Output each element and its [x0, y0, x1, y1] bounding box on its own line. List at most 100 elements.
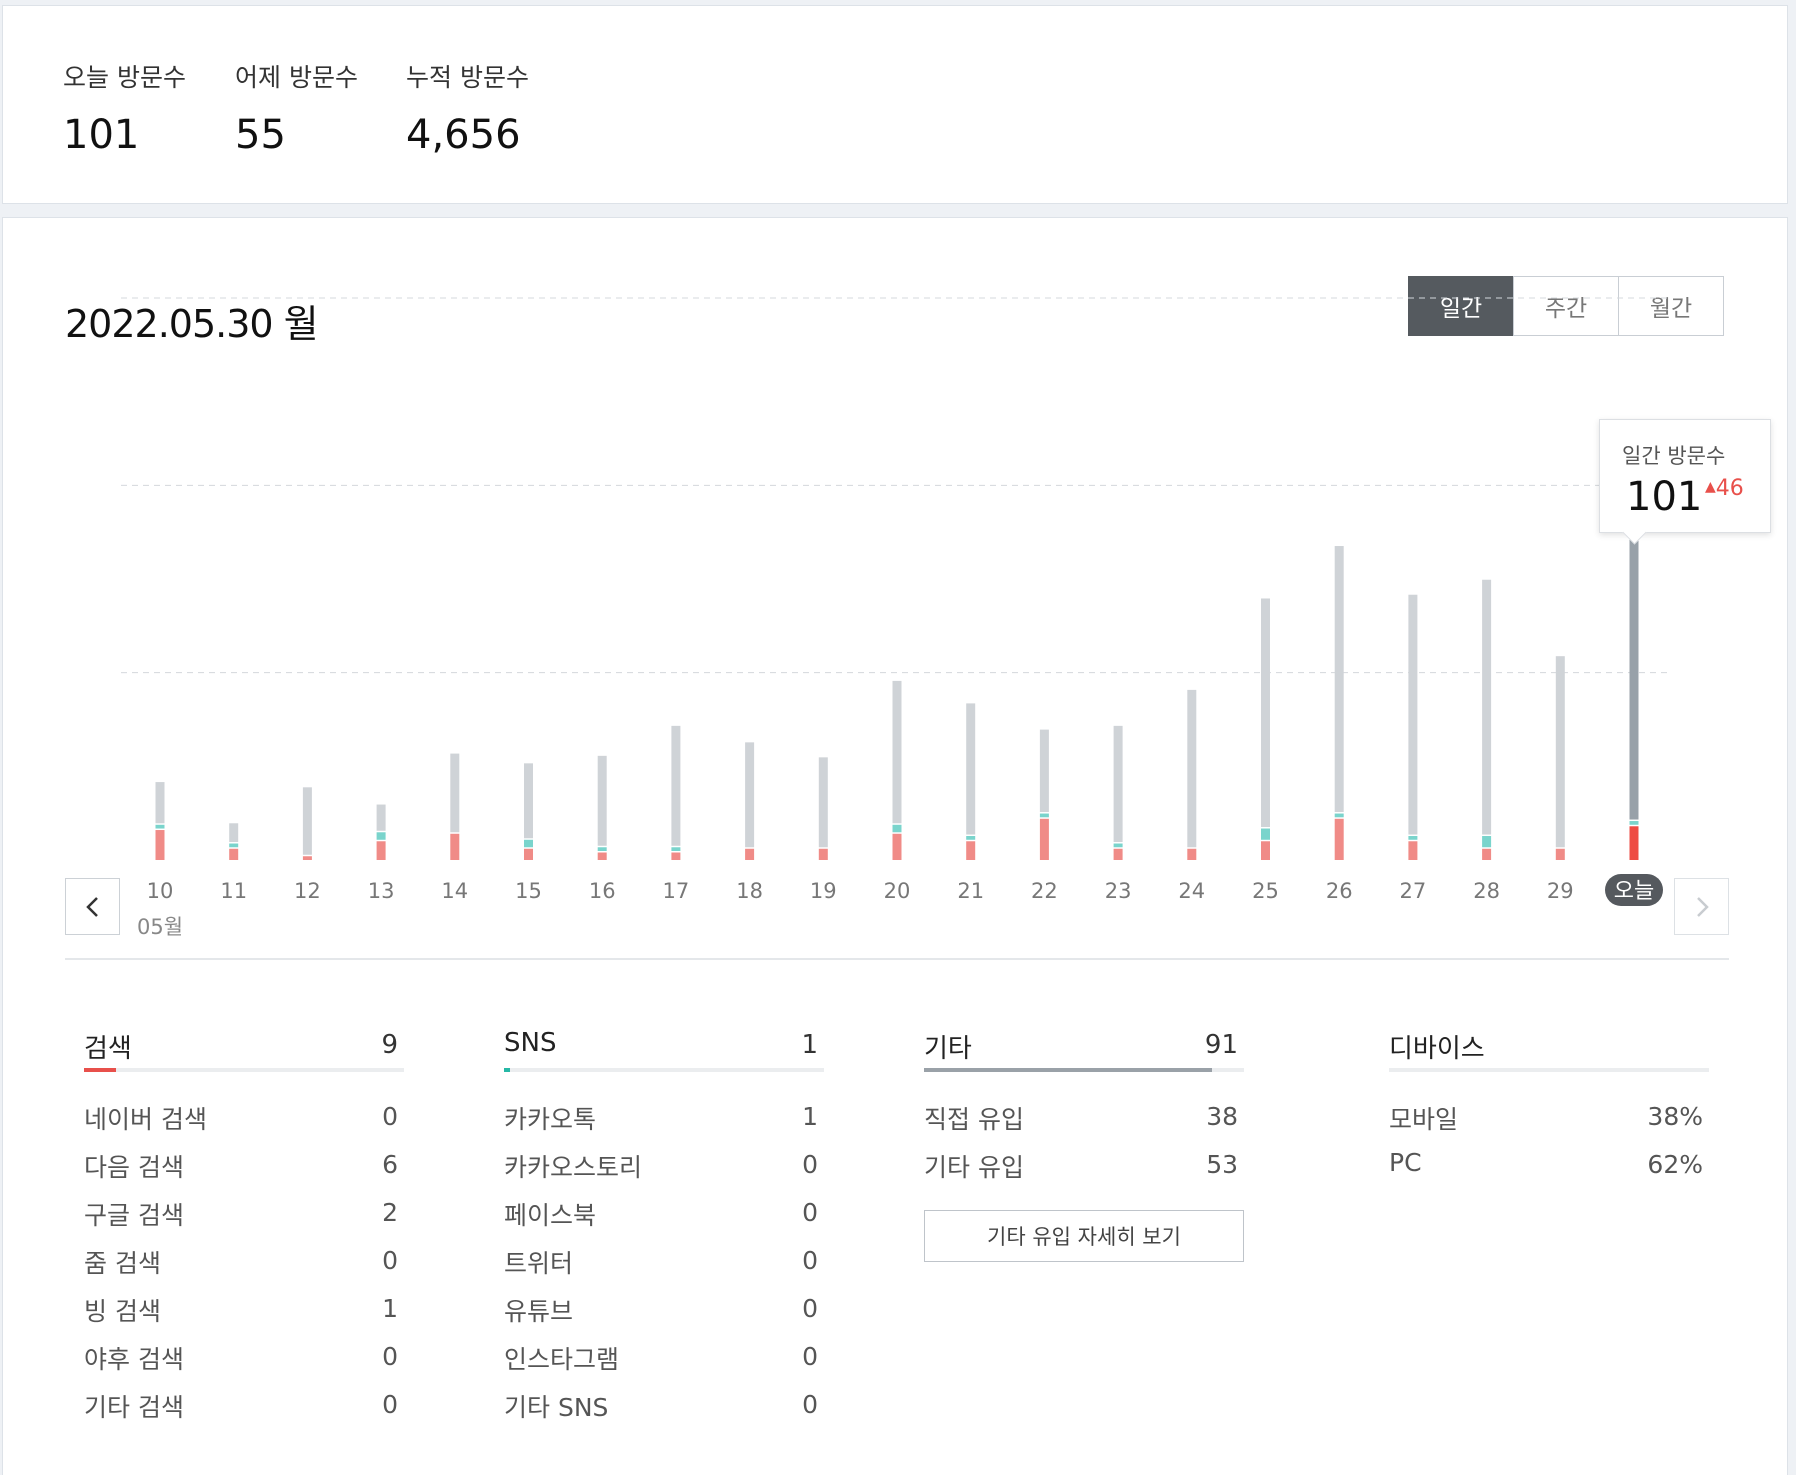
row-value: 0	[382, 1390, 398, 1419]
row-label: PC	[1389, 1148, 1422, 1177]
tooltip-delta-value: 46	[1715, 476, 1744, 501]
chart-bar-sns	[1482, 836, 1492, 848]
row-label: 페이스북	[504, 1201, 597, 1230]
chart-bar-search	[450, 833, 460, 860]
chart-tick-label: 29	[1547, 879, 1574, 903]
row-value: 0	[382, 1342, 398, 1371]
chart-tick-label: 25	[1252, 879, 1279, 903]
chart-bar-sns	[1039, 813, 1049, 818]
visitor-stats-card: 2022.05.30 월 일간 주간 월간 10 11 12 13 14 15 16 17 18…	[2, 217, 1788, 1475]
row-value: 1	[802, 1102, 818, 1131]
chart-bar-other	[818, 757, 828, 848]
sns-category-header: SNS 1	[504, 1028, 824, 1068]
tooltip-label: 일간 방문수	[1622, 444, 1726, 468]
chart-bar-search	[1555, 848, 1565, 860]
list-item: 유튜브 0	[504, 1284, 824, 1332]
chart-tick-label: 22	[1031, 879, 1058, 903]
search-category-total: 9	[381, 1030, 398, 1060]
sns-category-rows: 카카오톡 1 카카오스토리 0 페이스북 0 트위터 0 유튜브 0 인스타그램 0 기타 …	[504, 1092, 824, 1428]
row-value: 0	[802, 1342, 818, 1371]
chart-bar-search	[1113, 848, 1123, 860]
chart-bar-search	[524, 848, 533, 860]
chart-bar-other	[450, 753, 460, 833]
list-item: 줌 검색 0	[84, 1236, 404, 1284]
search-category: 검색 9 네이버 검색 0 다음 검색 6 구글 검색 2 줌 검색 0 빙 검색 1 야…	[84, 1028, 404, 1428]
chart-bar-other	[1334, 546, 1344, 813]
chart-tick-label: 17	[663, 879, 690, 903]
tooltip-value: 101	[1626, 474, 1703, 520]
prev-period-button[interactable]	[65, 878, 120, 935]
row-label: 다음 검색	[84, 1153, 184, 1182]
list-item: 페이스북 0	[504, 1188, 824, 1236]
chart-bar-other	[524, 763, 533, 839]
row-label: 줌 검색	[84, 1249, 161, 1278]
other-category-title: 기타	[924, 1034, 972, 1064]
chart-bar-other	[376, 804, 386, 831]
chart-bar-other	[597, 755, 607, 846]
chart-bar-search	[892, 833, 902, 860]
row-label: 기타 SNS	[504, 1393, 609, 1422]
chart-bar-sns	[1261, 828, 1270, 840]
device-category-header: 디바이스	[1389, 1028, 1709, 1068]
chart-bar-other	[302, 787, 312, 855]
chart-bar-other	[1408, 594, 1418, 835]
chart-tick-label: 21	[957, 879, 984, 903]
other-category-total: 91	[1204, 1030, 1238, 1060]
yesterday-visitors-value: 55	[235, 112, 286, 158]
chart-bar-search	[1187, 848, 1197, 860]
chart-bar-search	[1629, 826, 1639, 860]
today-visitors: 오늘 방문수 101	[63, 58, 186, 158]
visitor-summary-card: 오늘 방문수 101 어제 방문수 55 누적 방문수 4,656	[2, 5, 1788, 204]
chart-bar-sns	[892, 824, 902, 833]
list-item: 직접 유입 38	[924, 1092, 1244, 1140]
row-label: 기타 유입	[924, 1153, 1024, 1182]
chart-bar-other	[1187, 689, 1197, 848]
chart-bar-sns	[524, 839, 533, 848]
chart-tick-label: 23	[1105, 879, 1132, 903]
chart-tick-label: 오늘	[1614, 879, 1654, 904]
list-item: 기타 검색 0	[84, 1380, 404, 1428]
sns-category-total: 1	[801, 1030, 818, 1060]
search-category-rows: 네이버 검색 0 다음 검색 6 구글 검색 2 줌 검색 0 빙 검색 1 야후 검색 0…	[84, 1092, 404, 1428]
row-value: 1	[382, 1294, 398, 1323]
total-visitors-value: 4,656	[406, 112, 521, 158]
chart-bar-sns	[671, 847, 681, 852]
row-value: 0	[802, 1390, 818, 1419]
yesterday-visitors: 어제 방문수 55	[235, 58, 358, 158]
row-value: 62%	[1647, 1150, 1703, 1179]
list-item: 빙 검색 1	[84, 1284, 404, 1332]
chart-bar-search	[1261, 841, 1270, 860]
row-label: 빙 검색	[84, 1297, 161, 1326]
list-item: 네이버 검색 0	[84, 1092, 404, 1140]
chart-bar-other	[1482, 579, 1492, 835]
list-item: 기타 SNS 0	[504, 1380, 824, 1428]
chart-tick-label: 10	[147, 879, 174, 903]
row-value: 0	[802, 1294, 818, 1323]
row-value: 53	[1206, 1150, 1238, 1179]
next-period-button[interactable]	[1674, 878, 1729, 935]
chart-tick-label: 15	[515, 879, 542, 903]
chevron-left-icon	[85, 896, 98, 917]
list-item: 카카오톡 1	[504, 1092, 824, 1140]
section-divider	[65, 958, 1729, 960]
chart-tick-label: 28	[1473, 879, 1500, 903]
chart-bar-search	[376, 841, 386, 860]
chart-tick-label: 27	[1400, 879, 1427, 903]
chart-bar-search	[966, 841, 976, 860]
list-item: 인스타그램 0	[504, 1332, 824, 1380]
chart-bar-other	[892, 680, 902, 824]
other-inflow-detail-button[interactable]: 기타 유입 자세히 보기	[924, 1210, 1244, 1262]
row-value: 6	[382, 1150, 398, 1179]
chart-tick-label: 14	[441, 879, 468, 903]
list-item: 야후 검색 0	[84, 1332, 404, 1380]
chart-bar-other	[745, 742, 755, 848]
list-item: 트위터 0	[504, 1236, 824, 1284]
search-category-bar	[84, 1068, 404, 1072]
row-label: 야후 검색	[84, 1345, 184, 1374]
device-category: 디바이스 모바일 38% PC 62%	[1389, 1028, 1709, 1188]
chart-tick-label: 20	[884, 879, 911, 903]
row-label: 네이버 검색	[84, 1105, 207, 1134]
chart-tick-label: 13	[368, 879, 395, 903]
chart-bar-other	[671, 725, 681, 846]
other-category-bar	[924, 1068, 1244, 1072]
